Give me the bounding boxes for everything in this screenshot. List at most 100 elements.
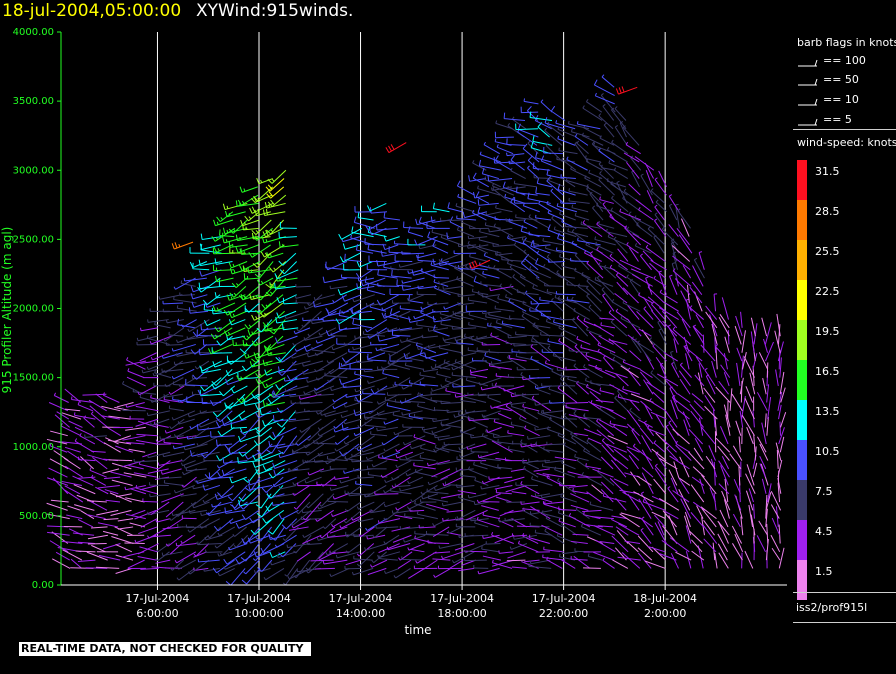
wind-barb-1587-staff — [543, 152, 563, 155]
wind-barb-1452-staff — [515, 334, 539, 337]
wind-barb-1410-staff — [508, 221, 528, 229]
wind-barb-954-flag — [383, 211, 386, 218]
wind-barb-408-flag — [216, 216, 221, 222]
wind-barb-291 — [187, 518, 210, 533]
wind-barb-911-flag — [367, 205, 371, 212]
wind-barb-549-staff — [265, 567, 285, 581]
wind-barb-1303-staff — [478, 239, 500, 246]
wind-barb-89 — [102, 530, 119, 536]
wind-barb-1116-staff — [434, 276, 450, 279]
wind-barb-570-flag — [267, 398, 272, 404]
wind-barb-662 — [284, 385, 309, 393]
wind-barb-128 — [127, 559, 145, 569]
wind-barb-1626-half-flag — [556, 270, 559, 274]
wind-barb-1317-staff — [499, 551, 514, 554]
wind-barb-1552 — [546, 441, 565, 446]
wind-barb-1455-half-flag — [522, 300, 525, 304]
wind-barb-391-staff — [212, 352, 233, 354]
wind-barb-61-staff — [77, 404, 94, 412]
wind-barb-1581-staff — [550, 190, 565, 204]
wind-barb-1234-staff — [465, 410, 487, 414]
wind-barb-1281 — [486, 426, 502, 433]
wind-barb-1296 — [477, 290, 500, 304]
wind-barb-1613-half-flag — [560, 376, 563, 379]
wind-barb-1252 — [469, 253, 489, 262]
wind-barb-498-flag — [235, 200, 238, 207]
wind-barb-650-staff — [294, 485, 311, 496]
wind-barb-932-half-flag — [384, 396, 387, 400]
wind-barb-1333-staff — [497, 412, 512, 420]
wind-barb-927-staff — [385, 443, 400, 452]
wind-barb-1526-flag — [535, 187, 538, 194]
wind-barb-954-staff — [384, 217, 401, 221]
wind-barb-1218-half-flag — [463, 549, 467, 554]
wind-barb-1119-staff — [432, 245, 449, 254]
wind-barb-822-flag — [338, 233, 342, 240]
wind-barb-1562-half-flag — [547, 345, 551, 349]
wind-barb-1215 — [473, 565, 489, 569]
wind-barb-1138-half-flag — [436, 461, 438, 465]
wind-barb-46-staff — [72, 532, 95, 536]
wind-barb-1116 — [433, 274, 450, 279]
wind-barb-1642 — [558, 147, 578, 155]
wind-barb-908-flag — [369, 229, 373, 235]
wind-barb-643-half-flag — [286, 544, 289, 548]
wind-barb-150 — [127, 368, 145, 379]
wind-barb-419-flag — [227, 496, 233, 502]
wind-barb-43-staff — [77, 559, 96, 562]
wind-barb-1159 — [442, 285, 464, 290]
wind-barb-1047-half-flag — [420, 491, 423, 495]
wind-barb-833-staff — [355, 483, 373, 486]
wind-barb-1609-staff — [563, 415, 578, 428]
wind-barb-602-half-flag — [274, 544, 278, 548]
wind-barb-1555-half-flag — [540, 409, 543, 414]
wind-barb-1409 — [509, 236, 526, 240]
wind-barb-1657-staff — [567, 471, 590, 478]
wind-barb-1267-staff — [486, 543, 501, 545]
wind-barb-1470-staff — [514, 183, 538, 188]
wind-barb-118-staff — [112, 462, 132, 470]
wind-barb-769-half-flag — [326, 360, 329, 364]
wind-barb-797-half-flag — [343, 441, 347, 445]
wind-barb-1513 — [530, 301, 550, 305]
wind-barb-873-staff — [366, 518, 387, 531]
wind-barb-334-flag — [202, 484, 206, 491]
wind-barb-295-staff — [193, 484, 209, 490]
wind-barb-1016-half-flag — [399, 400, 402, 404]
wind-barb-456 — [235, 551, 258, 565]
wind-barb-1357 — [494, 216, 513, 221]
wind-barb-1265 — [482, 555, 502, 561]
wind-barb-1433-half-flag — [520, 480, 523, 485]
wind-barb-938 — [380, 347, 398, 354]
wind-barb-818-flag — [344, 253, 346, 260]
wind-barb-1629 — [559, 253, 577, 262]
wind-barb-130 — [124, 542, 145, 545]
wind-barb-446 — [228, 261, 248, 269]
wind-barb-1594-staff — [562, 551, 578, 555]
wind-barb-1392-staff — [508, 376, 525, 379]
wind-barb-1168-flag — [447, 202, 450, 209]
wind-barb-1618-half-flag — [558, 338, 561, 342]
wind-barb-1532-flag — [532, 135, 535, 142]
wind-barb-1010 — [410, 443, 426, 450]
wind-barb-1561-staff — [545, 362, 566, 370]
wind-barb-974-half-flag — [386, 402, 389, 406]
wind-barb-1361-half-flag — [491, 187, 493, 191]
wind-barb-1581-half-flag — [550, 188, 554, 192]
wind-barb-525-half-flag — [259, 373, 262, 377]
wind-barb-517-staff — [257, 435, 271, 446]
wind-barb-202-half-flag — [146, 412, 149, 416]
wind-barb-1698-half-flag — [570, 128, 573, 132]
wind-barb-1659-half-flag — [574, 453, 576, 458]
wind-barb-1220-staff — [474, 522, 489, 528]
wind-barb-665-half-flag — [292, 362, 294, 366]
wind-barb-298-half-flag — [183, 465, 186, 469]
wind-barb-158-staff — [138, 526, 158, 535]
wind-barb-1420 — [506, 138, 526, 146]
wind-barb-1283 — [481, 410, 502, 418]
wind-barb-1490-half-flag — [534, 493, 537, 497]
wind-barb-150-half-flag — [127, 368, 130, 372]
wind-barb-74-half-flag — [89, 467, 92, 471]
wind-barb-188-half-flag — [147, 535, 150, 539]
wind-barb-245-half-flag — [165, 319, 168, 323]
